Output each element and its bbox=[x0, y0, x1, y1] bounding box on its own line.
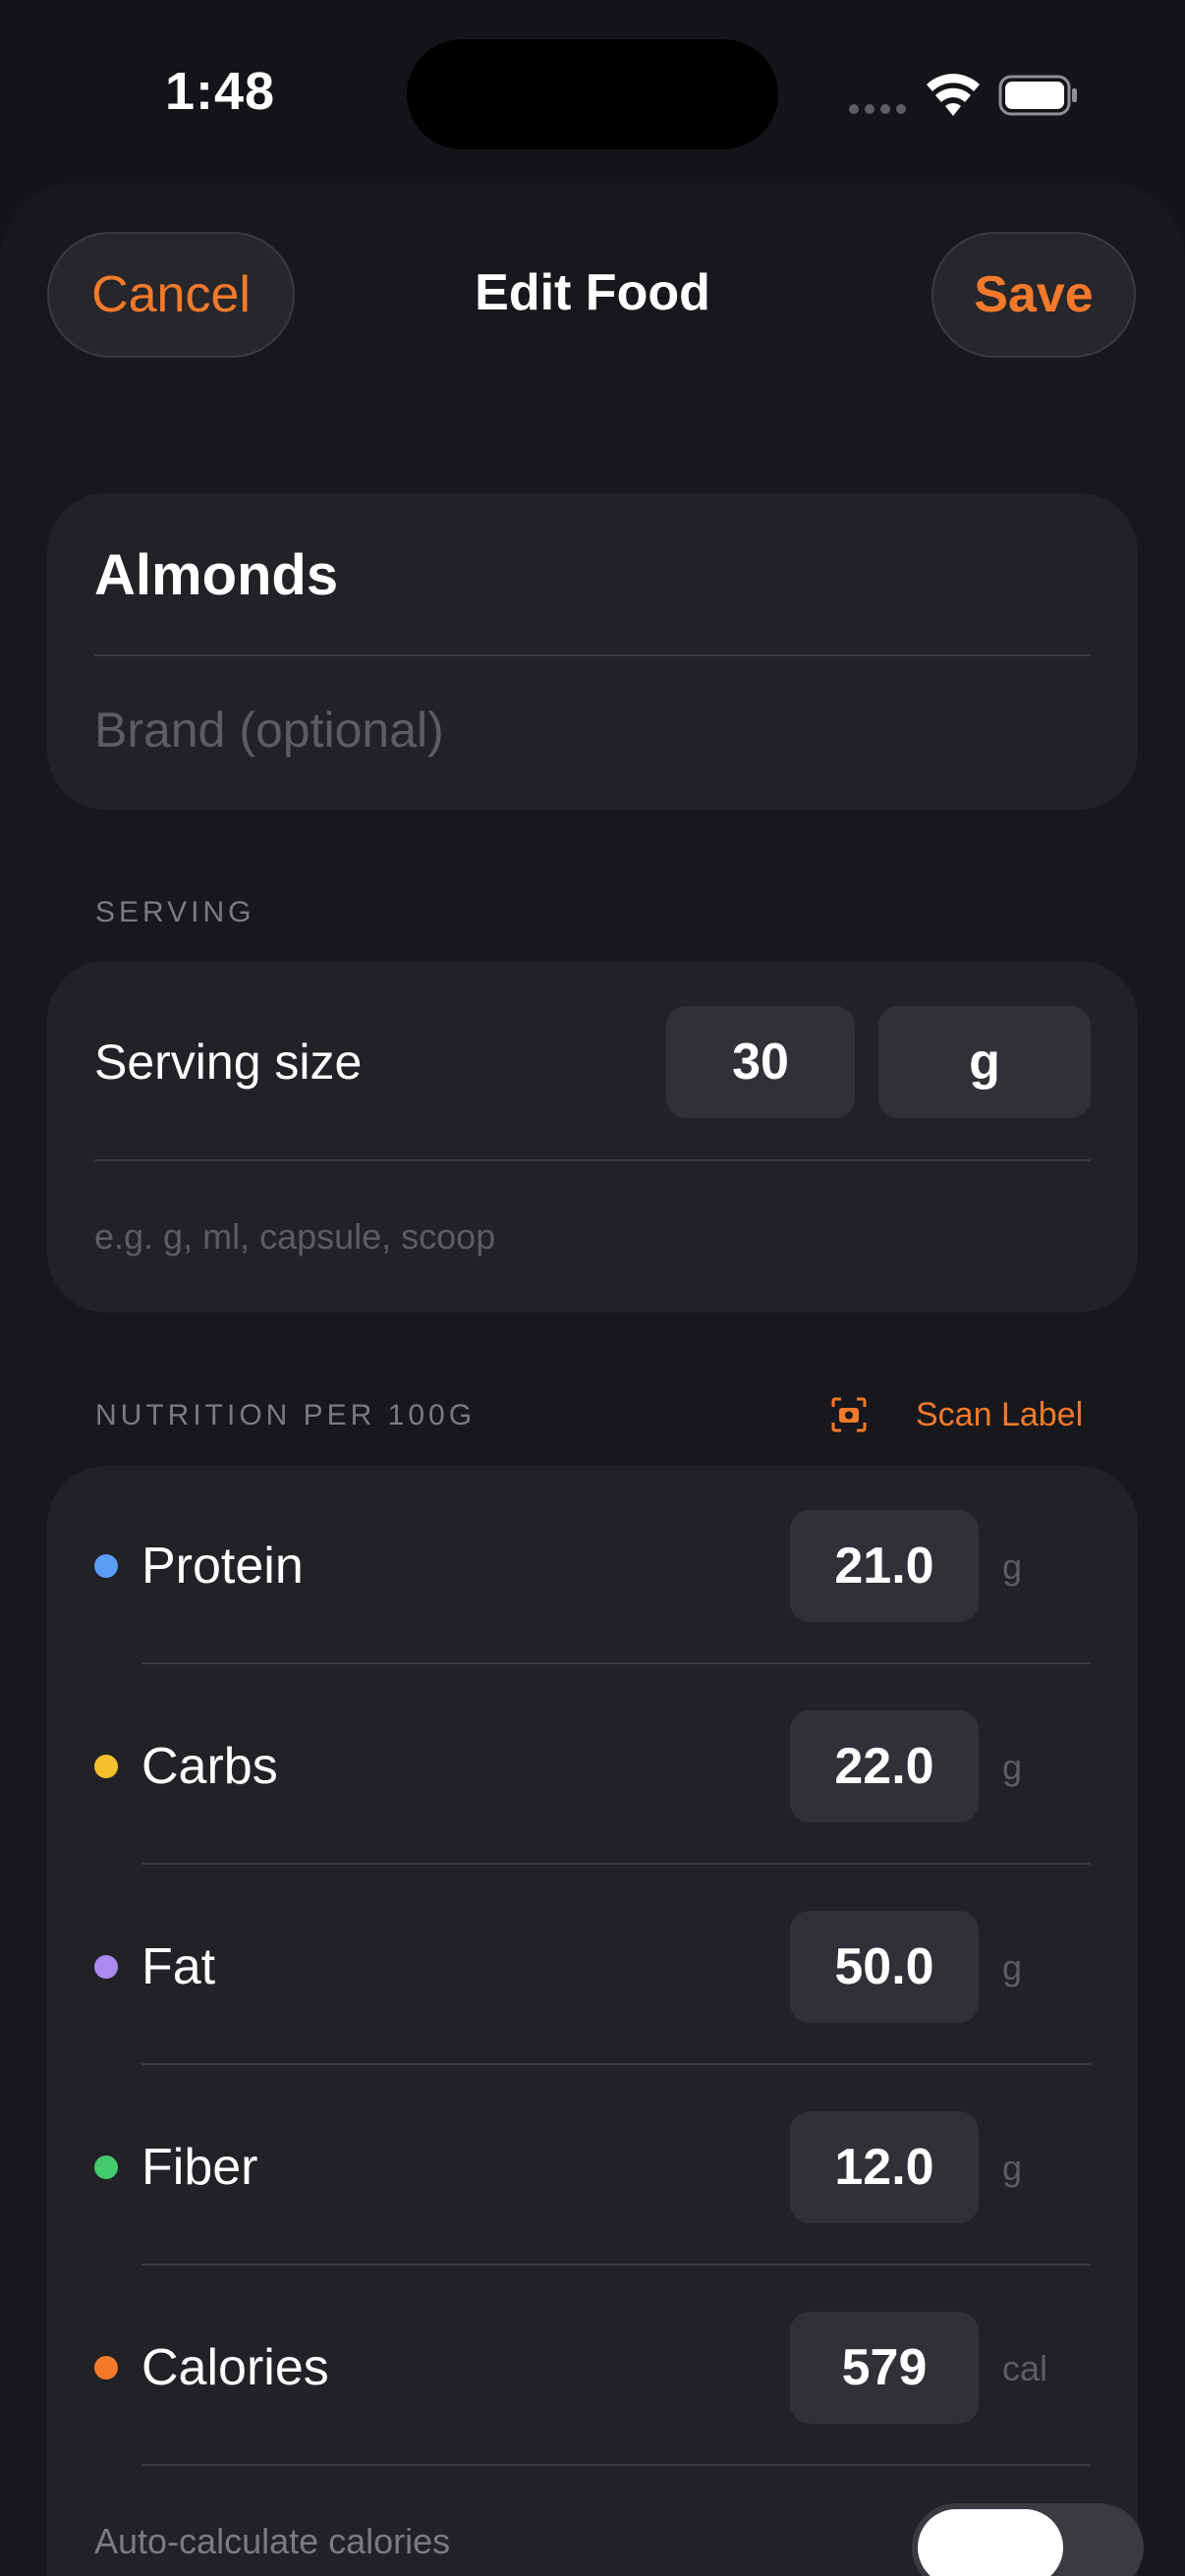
camera-scan-icon bbox=[831, 1397, 867, 1432]
carbs-input[interactable]: 22.0 bbox=[790, 1710, 979, 1822]
divider bbox=[141, 2264, 1091, 2266]
unit-hint: e.g. g, ml, capsule, scoop bbox=[94, 1216, 496, 1257]
nutrition-section-label: NUTRITION PER 100G bbox=[95, 1399, 477, 1431]
nutrient-row-fat: Fat 50.0 g bbox=[47, 1867, 1138, 2067]
brand-field[interactable]: Brand (optional) bbox=[94, 701, 444, 758]
nutrient-label: Fat bbox=[141, 1938, 216, 1995]
nutrient-row-carbs: Carbs 22.0 g bbox=[47, 1666, 1138, 1867]
serving-section-label: SERVING bbox=[95, 896, 255, 928]
calories-input[interactable]: 579 bbox=[790, 2312, 979, 2424]
serving-size-input[interactable]: 30 bbox=[666, 1006, 855, 1118]
nutrient-row-protein: Protein 21.0 g bbox=[47, 1466, 1138, 1666]
nutrient-row-calories: Calories 579 cal bbox=[47, 2268, 1138, 2468]
save-button[interactable]: Save bbox=[931, 232, 1136, 358]
edit-food-screen: 1:48 Cancel Edit Food Save Almonds Brand… bbox=[0, 0, 1185, 2576]
nutrient-label: Protein bbox=[141, 1538, 304, 1595]
wifi-icon bbox=[927, 74, 980, 116]
dynamic-island bbox=[407, 39, 778, 149]
food-name-card: Almonds Brand (optional) bbox=[47, 493, 1138, 810]
divider bbox=[141, 1662, 1091, 1664]
divider bbox=[141, 2063, 1091, 2065]
protein-color-dot bbox=[94, 1554, 118, 1578]
fiber-input[interactable]: 12.0 bbox=[790, 2111, 979, 2223]
divider bbox=[94, 1159, 1091, 1161]
auto-calculate-toggle[interactable] bbox=[912, 2503, 1144, 2576]
battery-icon bbox=[998, 75, 1077, 116]
calories-color-dot bbox=[94, 2356, 118, 2380]
protein-input[interactable]: 21.0 bbox=[790, 1510, 979, 1622]
nutrient-unit: g bbox=[1002, 2148, 1023, 2188]
serving-card: Serving size 30 g e.g. g, ml, capsule, s… bbox=[47, 961, 1138, 1313]
carbs-color-dot bbox=[94, 1755, 118, 1778]
fiber-color-dot bbox=[94, 2156, 118, 2179]
serving-size-label: Serving size bbox=[94, 1035, 363, 1090]
nutrient-unit: g bbox=[1002, 1747, 1023, 1787]
nutrient-label: Fiber bbox=[141, 2139, 258, 2196]
food-name-field[interactable]: Almonds bbox=[94, 542, 338, 608]
fat-input[interactable]: 50.0 bbox=[790, 1911, 979, 2023]
divider bbox=[141, 2464, 1091, 2466]
nutrient-unit: g bbox=[1002, 1947, 1023, 1988]
fat-color-dot bbox=[94, 1955, 118, 1979]
scan-label-button[interactable]: Scan Label bbox=[831, 1393, 1083, 1436]
auto-calculate-label: Auto-calculate calories bbox=[94, 2521, 451, 2561]
nutrient-label: Calories bbox=[141, 2339, 329, 2396]
scan-label-text: Scan Label bbox=[916, 1395, 1084, 1433]
divider bbox=[94, 654, 1091, 656]
nutrient-label: Carbs bbox=[141, 1738, 278, 1795]
toggle-knob bbox=[918, 2509, 1063, 2576]
nutrient-unit: g bbox=[1002, 1546, 1023, 1587]
serving-unit-input[interactable]: g bbox=[878, 1006, 1091, 1118]
status-time: 1:48 bbox=[165, 62, 276, 121]
nutrition-card: Protein 21.0 g Carbs 22.0 g Fat 50.0 g F… bbox=[47, 1466, 1144, 2576]
nutrient-unit: cal bbox=[1002, 2348, 1048, 2388]
cellular-signal-icon bbox=[849, 104, 906, 116]
nutrient-row-fiber: Fiber 12.0 g bbox=[47, 2067, 1138, 2268]
divider bbox=[141, 1863, 1091, 1865]
